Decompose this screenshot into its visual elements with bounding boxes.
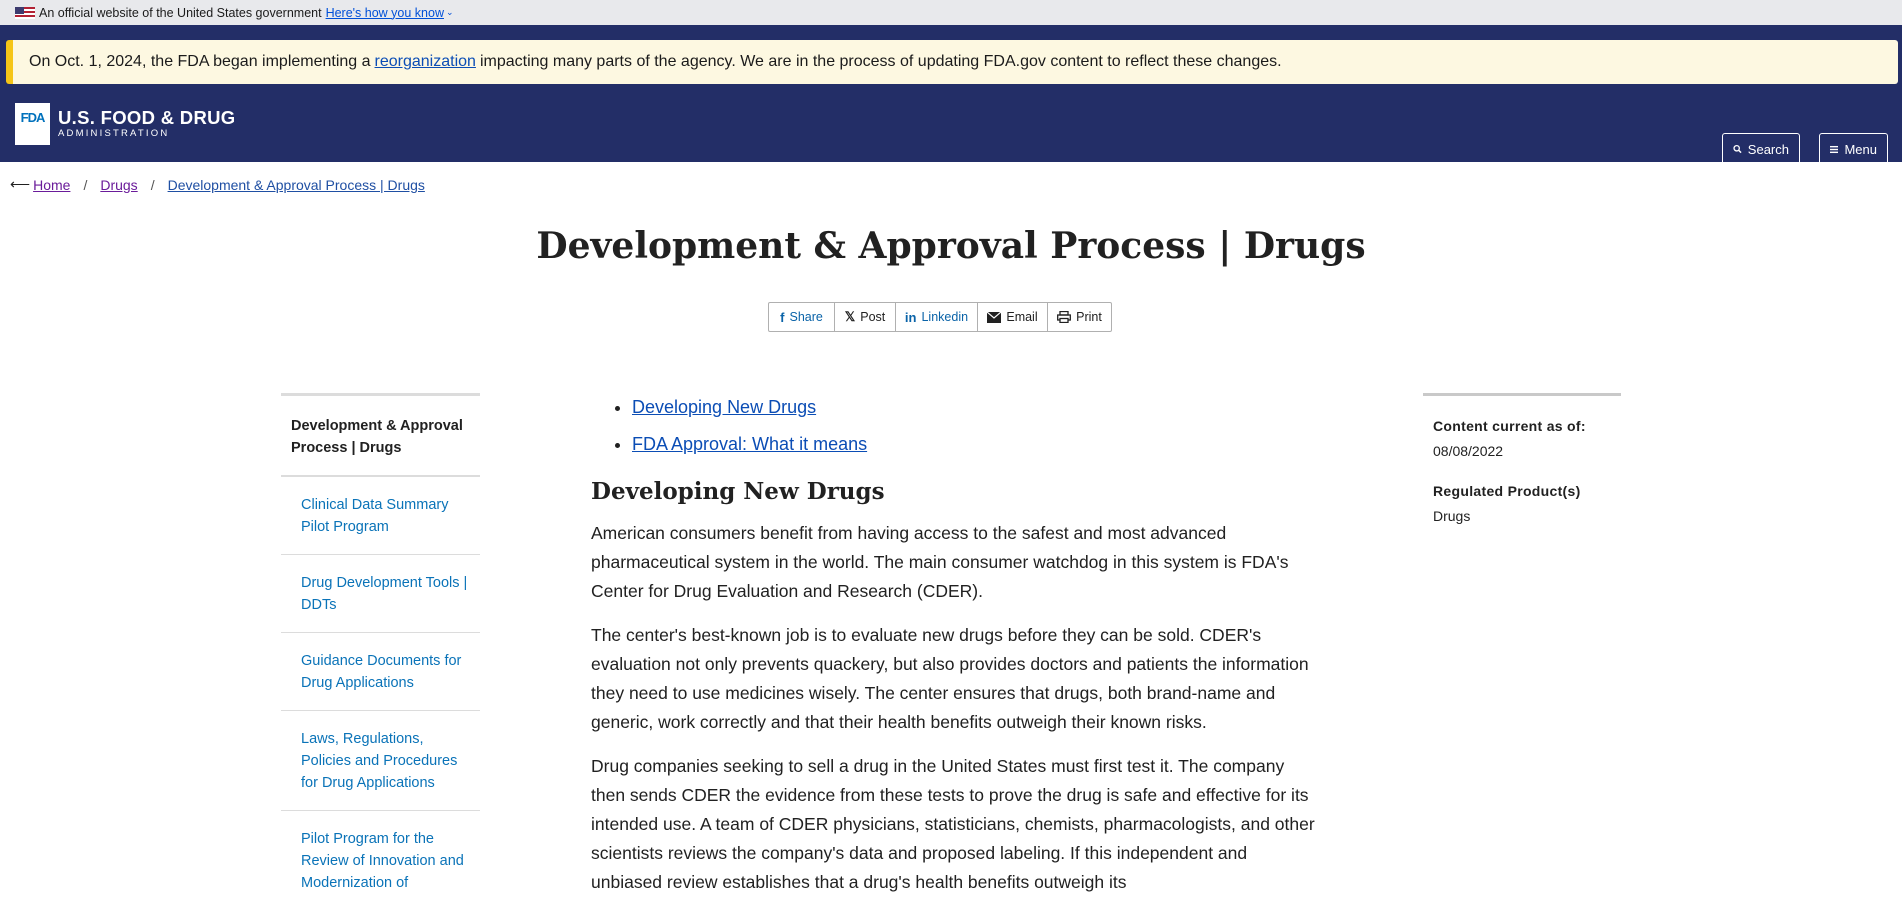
back-arrow-icon: ⟵ xyxy=(10,176,31,192)
print-label: Print xyxy=(1076,310,1102,324)
regulated-products-value: Drugs xyxy=(1433,508,1471,524)
search-icon xyxy=(1733,144,1742,154)
page-title: Development & Approval Process | Drugs xyxy=(536,225,1366,267)
section-nav: Development & Approval Process | Drugs C… xyxy=(281,393,480,898)
body-paragraph: American consumers benefit from having a… xyxy=(591,523,1289,601)
content-current-date: 08/08/2022 xyxy=(1433,443,1504,459)
envelope-icon xyxy=(987,311,1002,323)
site-header: On Oct. 1, 2024, the FDA began implement… xyxy=(0,25,1902,165)
printer-icon xyxy=(1057,311,1072,323)
breadcrumb-home-link[interactable]: Home xyxy=(33,177,70,193)
fda-logo-text: U.S. FOOD & DRUG ADMINISTRATION xyxy=(58,108,235,140)
reorganization-alert: On Oct. 1, 2024, the FDA began implement… xyxy=(6,40,1898,84)
main-content: Developing New Drugs FDA Approval: What … xyxy=(591,393,1321,898)
regulated-products-label: Regulated Product(s) xyxy=(1433,483,1581,499)
post-label: Post xyxy=(860,310,886,324)
share-label: Share xyxy=(789,310,823,324)
nav-item-prime-pilot-program[interactable]: Pilot Program for the Review of Innovati… xyxy=(281,811,480,898)
nav-item-drug-development-tools[interactable]: Drug Development Tools | DDTs xyxy=(281,555,480,633)
content-info-sidebar: Content current as of: 08/08/2022 Regula… xyxy=(1423,393,1621,524)
alert-text-before: On Oct. 1, 2024, the FDA began implement… xyxy=(29,53,371,70)
fda-logo-mark: FDA xyxy=(15,103,50,145)
nav-item-clinical-data-summary[interactable]: Clinical Data Summary Pilot Program xyxy=(281,477,480,555)
print-button[interactable]: Print xyxy=(1048,303,1111,331)
breadcrumb: ⟵ Home / Drugs / Development & Approval … xyxy=(10,176,425,193)
breadcrumb-drugs-link[interactable]: Drugs xyxy=(100,177,137,193)
share-facebook-button[interactable]: f Share xyxy=(769,303,835,331)
search-button-label: Search xyxy=(1747,141,1789,157)
logo-sub-text: ADMINISTRATION xyxy=(58,128,170,139)
chevron-down-icon: ⌄ xyxy=(446,7,454,17)
nav-item-guidance-documents[interactable]: Guidance Documents for Drug Applications xyxy=(281,633,480,711)
nav-item-laws-regulations[interactable]: Laws, Regulations, Policies and Procedur… xyxy=(281,711,480,811)
body-paragraph: The center's best-known job is to evalua… xyxy=(591,625,1309,732)
gov-banner-text: An official website of the United States… xyxy=(39,5,322,20)
share-toolbar: f Share 𝕏 Post in Linkedin Email Print xyxy=(768,302,1112,332)
breadcrumb-separator: / xyxy=(83,176,88,193)
table-of-contents: Developing New Drugs FDA Approval: What … xyxy=(591,395,1321,456)
section-nav-heading[interactable]: Development & Approval Process | Drugs xyxy=(281,396,480,477)
section-heading: Developing New Drugs xyxy=(591,478,885,505)
heres-how-you-know-link[interactable]: Here's how you know xyxy=(326,6,444,20)
fda-logo[interactable]: FDA U.S. FOOD & DRUG ADMINISTRATION xyxy=(15,103,235,145)
menu-button-label: Menu xyxy=(1844,141,1877,157)
x-icon: 𝕏 xyxy=(844,309,856,324)
body-paragraph: Drug companies seeking to sell a drug in… xyxy=(591,756,1315,892)
facebook-icon: f xyxy=(780,309,785,325)
breadcrumb-separator: / xyxy=(150,176,155,193)
logo-main-text: U.S. FOOD & DRUG xyxy=(58,107,236,128)
linkedin-icon: in xyxy=(904,309,917,325)
toc-link-fda-approval[interactable]: FDA Approval: What it means xyxy=(632,434,867,454)
search-button[interactable]: Search xyxy=(1722,133,1800,165)
menu-button[interactable]: Menu xyxy=(1819,133,1888,165)
post-x-button[interactable]: 𝕏 Post xyxy=(835,303,896,331)
us-flag-icon xyxy=(15,6,35,19)
hamburger-icon xyxy=(1830,145,1839,153)
toc-item: FDA Approval: What it means xyxy=(632,432,1321,456)
reorganization-link[interactable]: reorganization xyxy=(375,53,476,71)
alert-text-after: impacting many parts of the agency. We a… xyxy=(479,53,1282,70)
gov-banner: An official website of the United States… xyxy=(0,0,1902,25)
toc-item: Developing New Drugs xyxy=(632,395,1321,419)
content-current-label: Content current as of: xyxy=(1433,418,1586,434)
breadcrumb-current-link[interactable]: Development & Approval Process | Drugs xyxy=(168,177,425,193)
linkedin-button[interactable]: in Linkedin xyxy=(896,303,978,331)
email-label: Email xyxy=(1006,310,1038,324)
linkedin-label: Linkedin xyxy=(921,310,969,324)
email-button[interactable]: Email xyxy=(978,303,1048,331)
toc-link-developing-new-drugs[interactable]: Developing New Drugs xyxy=(632,397,816,417)
